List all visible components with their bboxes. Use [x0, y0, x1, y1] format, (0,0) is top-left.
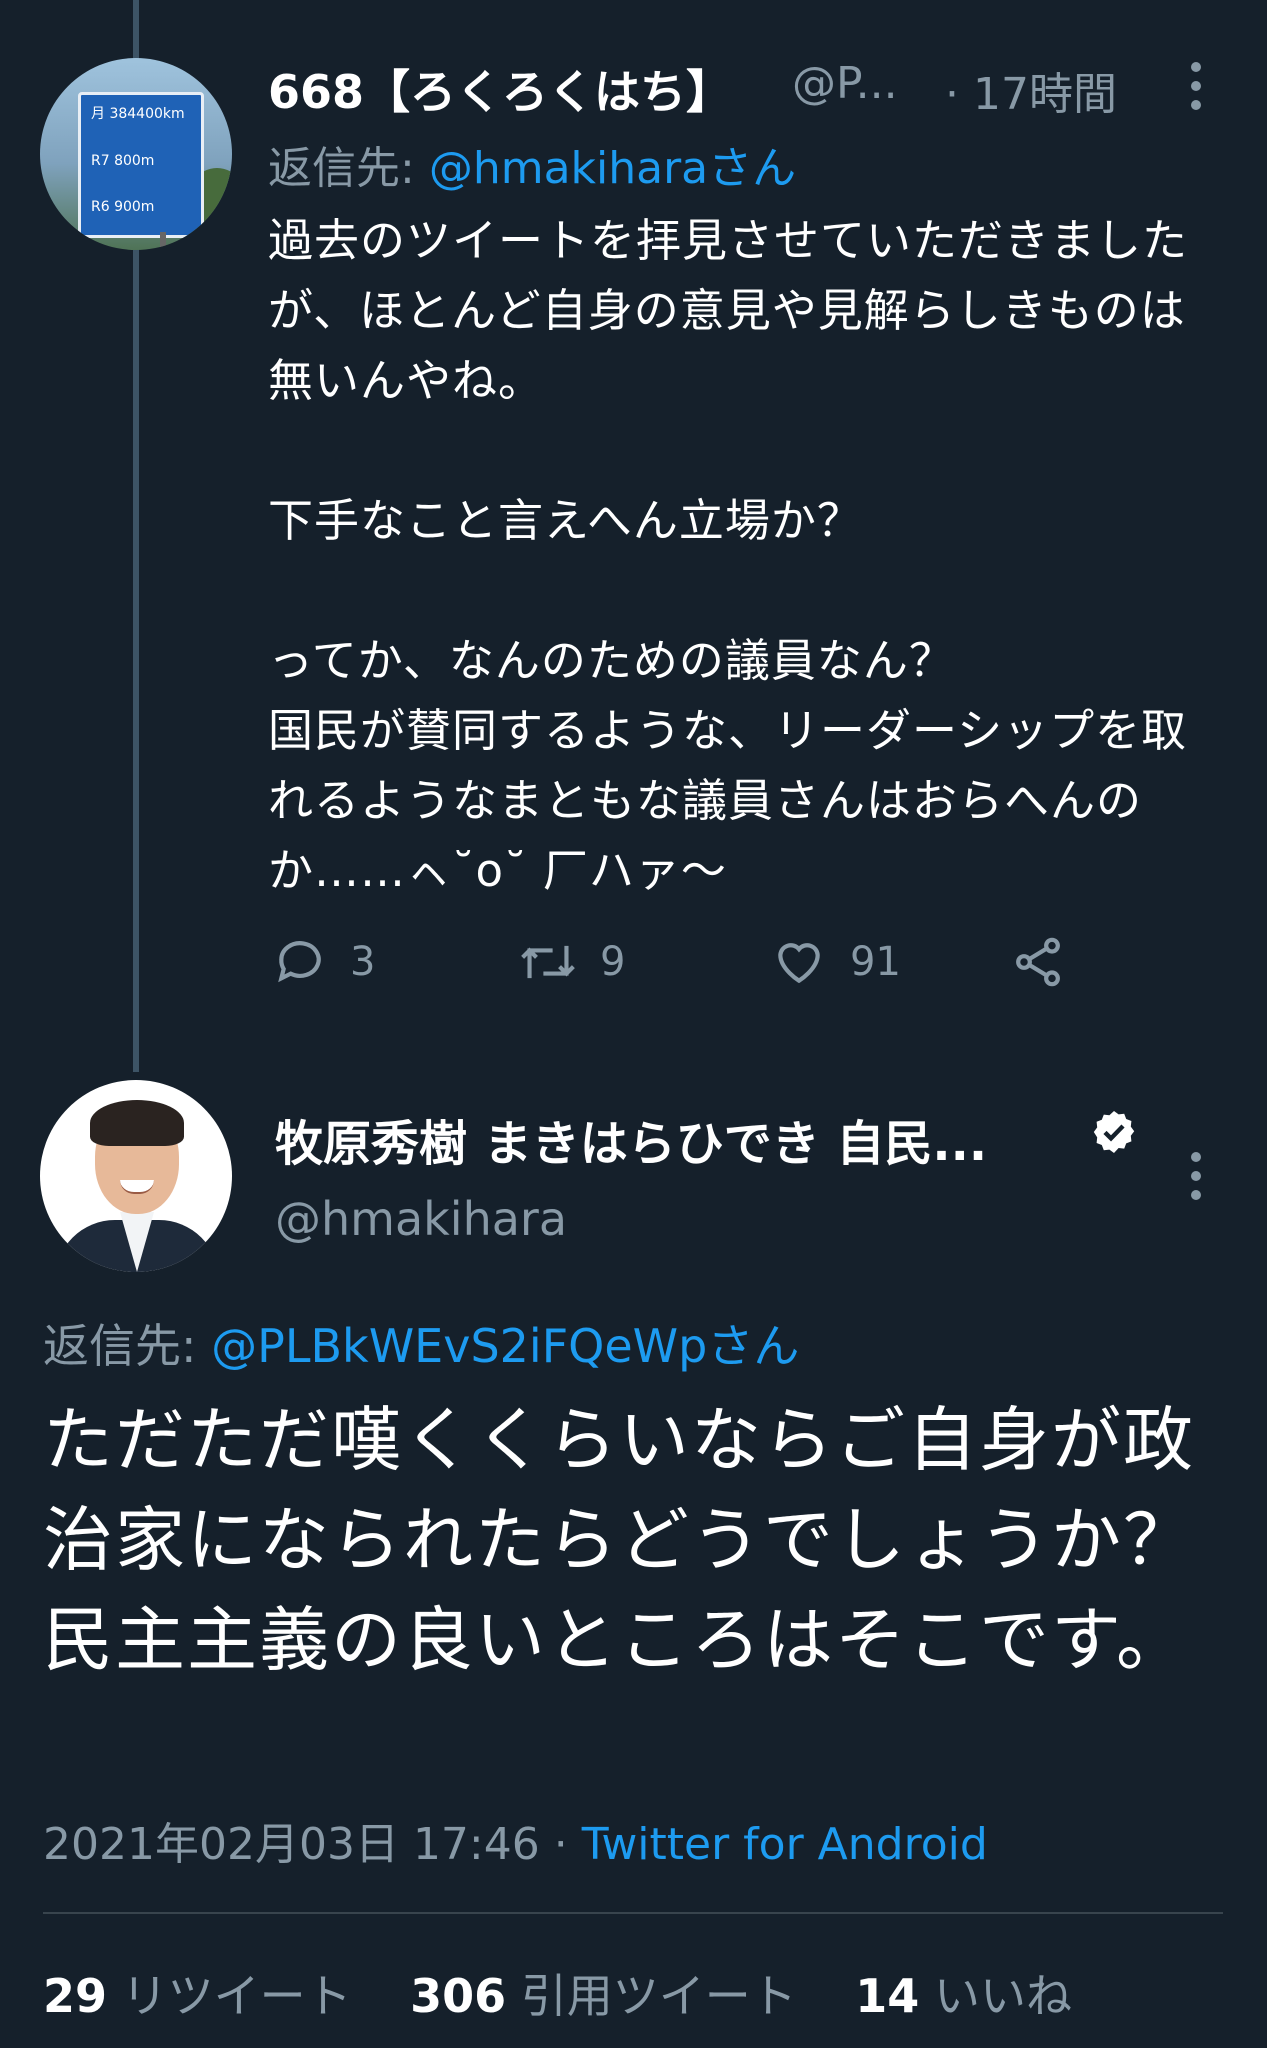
retweet-stat-label: リツイート: [121, 1969, 352, 2023]
retweet-count: 9: [600, 939, 626, 985]
quote-stat[interactable]: 306 引用ツイート: [410, 1969, 797, 2023]
tweet-text: 過去のツイートを拝見させていただきましたが、ほとんど自身の意見や見解らしきものは…: [268, 214, 1189, 897]
like-button[interactable]: 91: [770, 934, 901, 990]
sign-text: 月 384400km: [91, 106, 185, 122]
like-stat-count: 14: [855, 1969, 920, 2023]
reply-context: 返信先: @PLBkWEvS2iFQeWpさん: [43, 1310, 799, 1376]
reply-button[interactable]: 3: [272, 934, 375, 990]
tweet-timestamp[interactable]: 2021年02月03日 17:46 ·: [43, 1819, 568, 1870]
retweet-stat-count: 29: [43, 1969, 108, 2023]
like-count: 91: [850, 939, 901, 985]
retweet-icon: [521, 945, 575, 979]
retweet-button[interactable]: 9: [518, 934, 625, 990]
avatar[interactable]: [40, 1080, 232, 1272]
tweet-stats: 29 リツイート 306 引用ツイート 14 いいね: [43, 1960, 1072, 2026]
reply-prefix: 返信先:: [268, 143, 415, 194]
like-stat[interactable]: 14 いいね: [855, 1969, 1072, 2023]
reply-mention-link[interactable]: @PLBkWEvS2iFQeWpさん: [211, 1319, 799, 1373]
share-button[interactable]: [1010, 934, 1088, 990]
sign-text: R6 900m: [91, 199, 155, 215]
quote-stat-count: 306: [410, 1969, 507, 2023]
divider: [43, 1912, 1223, 1914]
tweet-time[interactable]: · 17時間: [945, 58, 1117, 122]
more-options-icon[interactable]: [1191, 1152, 1205, 1209]
sign-text: R7 800m: [91, 153, 155, 169]
reply-context: 返信先: @hmakiharaさん: [268, 132, 796, 196]
share-icon: [1016, 937, 1060, 987]
heart-icon: [778, 943, 820, 984]
verified-badge-icon: [1093, 1111, 1135, 1153]
reply-count: 3: [350, 939, 376, 985]
display-name[interactable]: 668【ろくろくはち】: [268, 56, 732, 122]
reply-prefix: 返信先:: [43, 1319, 197, 1373]
tweet-source-link[interactable]: Twitter for Android: [582, 1819, 988, 1870]
display-name[interactable]: 牧原秀樹 まきはらひでき 自民...: [275, 1104, 987, 1174]
retweet-stat[interactable]: 29 リツイート: [43, 1969, 352, 2023]
avatar[interactable]: 月 384400km R7 800m R6 900m: [40, 58, 232, 250]
quote-stat-label: 引用ツイート: [520, 1969, 797, 2023]
tweet-text: ただただ嘆くくらいならご自身が政治家になられたらどうでしょうか？民主主義の良いと…: [43, 1399, 1195, 1681]
more-options-icon[interactable]: [1191, 62, 1205, 119]
reply-icon: [278, 941, 321, 983]
avatar-road-sign: 月 384400km R7 800m R6 900m: [78, 92, 204, 238]
like-stat-label: いいね: [933, 1969, 1072, 2023]
reply-mention-link[interactable]: @hmakiharaさん: [429, 143, 796, 194]
user-handle[interactable]: @P...: [792, 58, 898, 109]
tweet-meta: 2021年02月03日 17:46 · Twitter for Android: [43, 1808, 988, 1872]
user-handle[interactable]: @hmakihara: [275, 1192, 567, 1246]
